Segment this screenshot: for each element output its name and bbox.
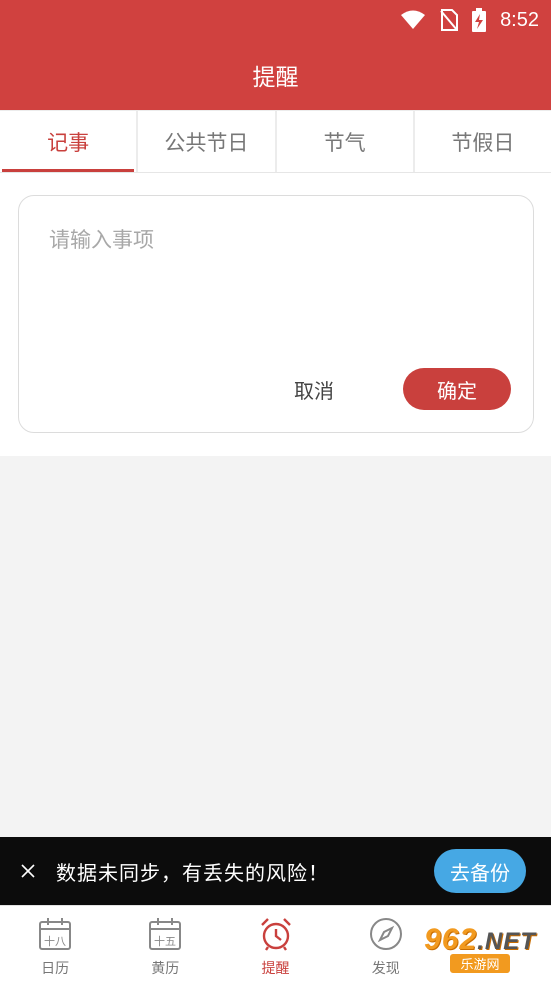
close-icon: [21, 864, 35, 878]
tab-label: 节假日: [451, 130, 515, 155]
tab-vacation-days[interactable]: 节假日: [414, 110, 551, 172]
watermark-number: 962: [424, 923, 478, 956]
calendar-icon: 十八: [39, 918, 72, 950]
alarm-clock-icon: [260, 918, 291, 951]
watermark-suffix: .NET: [477, 928, 536, 955]
sync-banner: 数据未同步，有丢失的风险！ 去备份: [0, 837, 551, 905]
status-time: 8:52: [500, 8, 539, 31]
nav-label: 日历: [41, 961, 70, 977]
tab-solar-terms[interactable]: 节气: [276, 110, 415, 172]
note-panel: 取消 确定: [0, 173, 551, 456]
tab-label: 记事: [47, 130, 90, 155]
cancel-button[interactable]: 取消: [274, 368, 354, 410]
battery-charging-icon: [472, 8, 487, 32]
nav-item-almanac[interactable]: 十五 黄历: [110, 906, 220, 981]
nav-label: 提醒: [261, 961, 290, 977]
nav-item-reminder[interactable]: 提醒: [220, 906, 330, 981]
wifi-icon: [401, 10, 426, 29]
nav-item-calendar[interactable]: 十八 日历: [0, 906, 110, 981]
backup-button[interactable]: 去备份: [434, 849, 526, 893]
tab-bar: 记事 公共节日 节气 节假日: [0, 110, 551, 173]
tab-label: 公共节日: [164, 130, 249, 155]
nav-label: 发现: [371, 961, 400, 977]
almanac-icon: 十五: [149, 918, 182, 950]
status-bar: 8:52: [0, 0, 551, 40]
tab-label: 节气: [323, 130, 366, 155]
tab-notes[interactable]: 记事: [0, 110, 139, 172]
note-input[interactable]: [49, 220, 509, 260]
watermark-sub: 乐游网: [450, 954, 510, 973]
watermark-main: 962.NET: [424, 923, 536, 957]
sync-warning-text: 数据未同步，有丢失的风险！: [56, 860, 329, 885]
note-card: 取消 确定: [18, 195, 534, 433]
no-sim-icon: [440, 9, 459, 31]
page-title: 提醒: [252, 65, 299, 91]
nav-label: 黄历: [151, 961, 180, 977]
confirm-button[interactable]: 确定: [403, 368, 511, 410]
tab-public-holidays[interactable]: 公共节日: [138, 110, 277, 172]
compass-icon: [369, 918, 402, 950]
site-watermark-logo: 962.NET 乐游网: [412, 918, 548, 978]
almanac-icon-text: 十五: [154, 934, 176, 948]
app-header: 提醒: [0, 40, 551, 110]
banner-close-button[interactable]: [0, 837, 56, 905]
calendar-icon-text: 十八: [44, 934, 66, 948]
